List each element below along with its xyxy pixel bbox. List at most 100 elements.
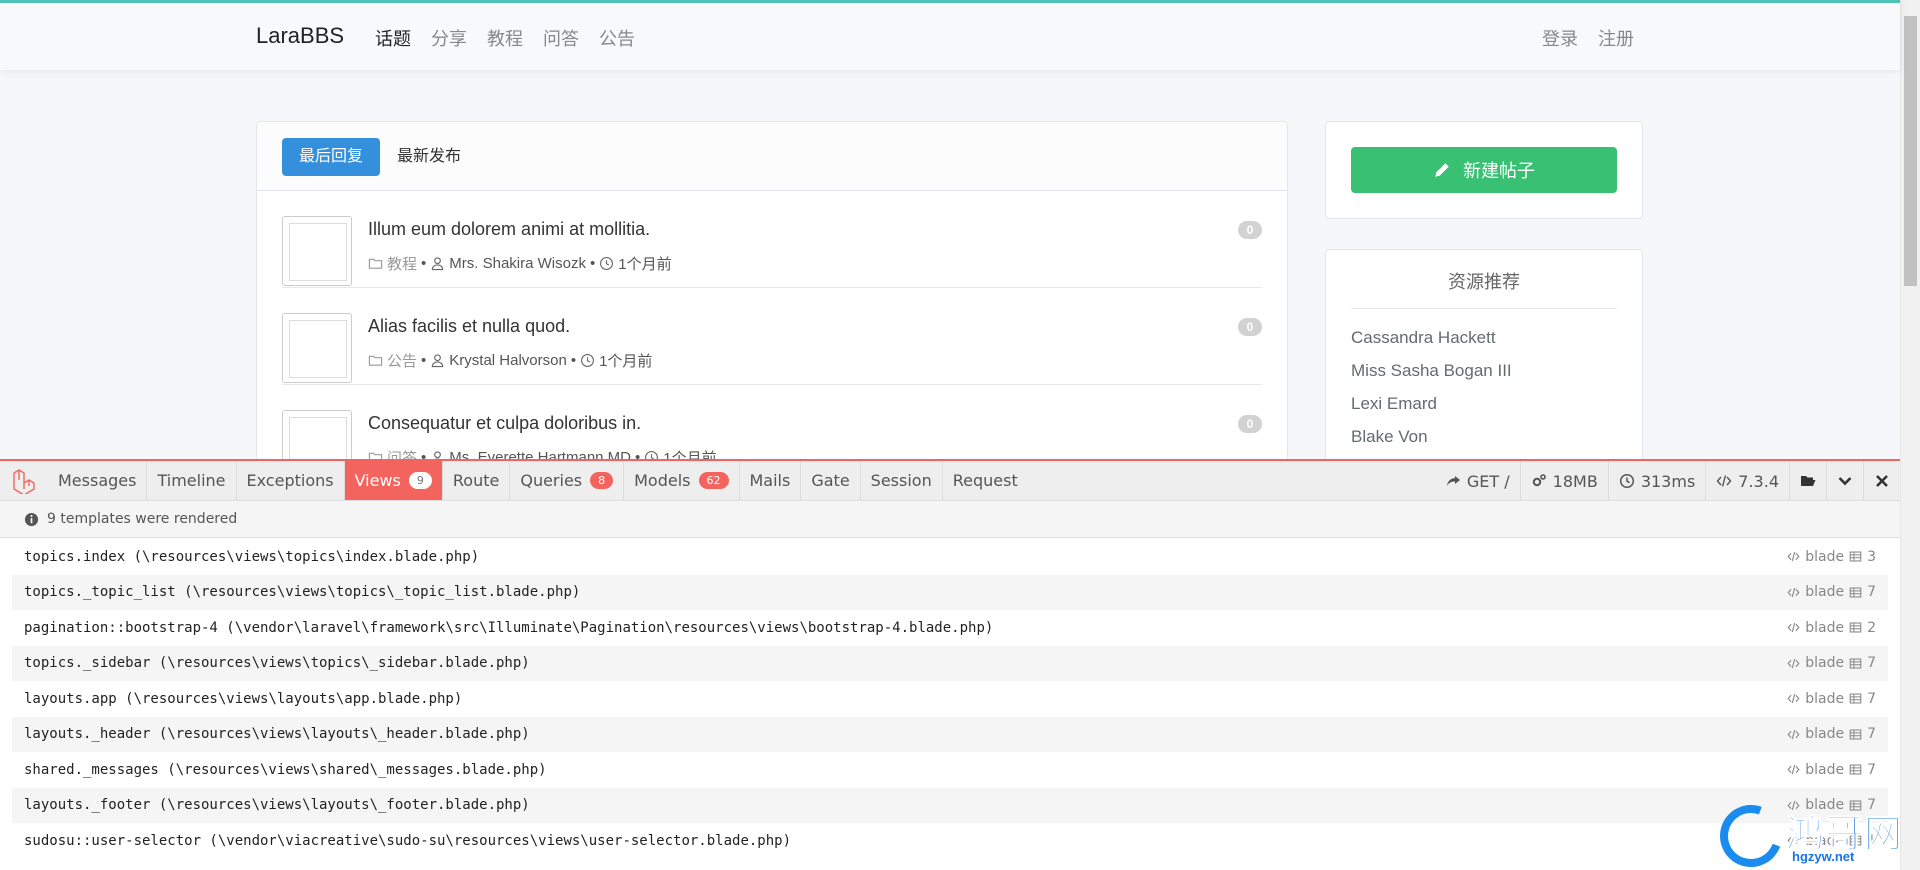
debug-tab-route[interactable]: Route (443, 461, 511, 500)
php-version: 7.3.4 (1705, 461, 1789, 501)
template-type: blade (1805, 655, 1845, 672)
debug-tab-session[interactable]: Session (861, 461, 943, 500)
table-icon (1849, 729, 1862, 740)
tab-label: Gate (811, 471, 850, 490)
reply-count-badge[interactable]: 0 (1238, 221, 1262, 239)
topic-author[interactable]: Mrs. Shakira Wisozk (449, 255, 586, 272)
cogs-icon (1532, 474, 1546, 487)
debug-tab-mails[interactable]: Mails (740, 461, 802, 500)
scrollbar-thumb[interactable] (1904, 16, 1917, 286)
clock-icon (1619, 473, 1634, 489)
tab-label: Route (452, 471, 500, 490)
site-watermark: 鸿哥网 hgzyw.net (1709, 794, 1918, 870)
code-icon (1787, 552, 1800, 562)
template-type: blade (1805, 761, 1845, 778)
minimize-button[interactable] (1826, 461, 1863, 501)
topic-author[interactable]: Krystal Halvorson (449, 352, 567, 369)
filter-latest[interactable]: 最新发布 (380, 138, 478, 176)
template-name: topics.index (\resources\views\topics\in… (24, 548, 480, 565)
resources-list: Cassandra Hackett Miss Sasha Bogan III L… (1351, 328, 1512, 460)
chevron-down-icon (1838, 477, 1852, 486)
resource-link[interactable]: Miss Sasha Bogan III (1351, 361, 1512, 394)
template-row[interactable]: shared._messages (\resources\views\share… (12, 752, 1888, 788)
author-avatar[interactable] (282, 313, 352, 383)
views-status-text: 9 templates were rendered (47, 511, 238, 527)
user-icon (432, 257, 444, 271)
debug-tab-queries[interactable]: Queries 8 (510, 461, 625, 500)
author-avatar[interactable] (282, 216, 352, 286)
nav-link-qa[interactable]: 问答 (543, 25, 579, 51)
resource-link[interactable]: Lexi Emard (1351, 394, 1512, 427)
request-method[interactable]: GET / (1435, 461, 1520, 501)
reply-count-badge[interactable]: 0 (1238, 318, 1262, 336)
resource-link[interactable]: Cassandra Hackett (1351, 328, 1512, 361)
template-type: blade (1805, 726, 1845, 743)
pencil-icon (1435, 163, 1449, 177)
template-row[interactable]: layouts.app (\resources\views\layouts\ap… (12, 681, 1888, 717)
topic-category[interactable]: 教程 (387, 253, 417, 274)
topic-list-card: 最后回复 最新发布 Illum eum dolorem animi at mol… (256, 121, 1288, 481)
tab-label: Session (870, 471, 932, 490)
page-scrollbar[interactable] (1900, 0, 1920, 870)
template-name: topics._topic_list (\resources\views\top… (24, 584, 581, 601)
request-duration: 313ms (1607, 461, 1705, 501)
resource-link[interactable]: Blake Von (1351, 427, 1512, 460)
debug-tab-exceptions[interactable]: Exceptions (237, 461, 345, 500)
templates-list: topics.index (\resources\views\topics\in… (12, 539, 1888, 859)
template-type: blade (1805, 690, 1845, 707)
topic-item: Alias facilis et nulla quod. 公告 • Krysta… (282, 288, 1262, 385)
template-name: pagination::bootstrap-4 (\vendor\laravel… (24, 619, 994, 636)
template-tag: blade 2 (1787, 620, 1876, 636)
login-link[interactable]: 登录 (1542, 25, 1578, 51)
views-status-bar: 9 templates were rendered (0, 501, 1900, 538)
topic-category[interactable]: 公告 (387, 350, 417, 371)
tab-label: Timeline (157, 471, 226, 490)
tab-label: Request (952, 471, 1018, 490)
nav-link-share[interactable]: 分享 (431, 25, 467, 51)
template-row[interactable]: topics._topic_list (\resources\views\top… (12, 574, 1888, 610)
template-name: layouts._footer (\resources\views\layout… (24, 797, 530, 814)
new-topic-button[interactable]: 新建帖子 (1351, 147, 1617, 193)
folder-icon (368, 355, 383, 366)
filter-last-reply[interactable]: 最后回复 (282, 138, 381, 176)
template-row[interactable]: topics._sidebar (\resources\views\topics… (12, 645, 1888, 681)
reply-count-badge[interactable]: 0 (1238, 415, 1262, 433)
tab-count-badge: 8 (590, 472, 614, 489)
code-icon (1787, 587, 1800, 597)
code-icon (1787, 765, 1800, 775)
clock-icon (600, 257, 614, 270)
nav-link-tutorials[interactable]: 教程 (487, 25, 523, 51)
table-icon (1849, 658, 1862, 669)
debug-tab-timeline[interactable]: Timeline (147, 461, 237, 500)
tab-label: Mails (749, 471, 791, 490)
topic-title[interactable]: Illum eum dolorem animi at mollitia. (368, 219, 650, 240)
template-name: sudosu::user-selector (\vendor\viacreati… (24, 832, 792, 849)
close-button[interactable] (1863, 461, 1900, 501)
meta-separator: • (589, 255, 596, 272)
debug-tab-views[interactable]: Views 9 (344, 461, 443, 500)
nav-link-announcements[interactable]: 公告 (599, 25, 635, 51)
brand-logo[interactable]: LaraBBS (256, 23, 344, 49)
debug-tab-messages[interactable]: Messages (48, 461, 148, 500)
template-row[interactable]: pagination::bootstrap-4 (\vendor\laravel… (12, 610, 1888, 646)
laravel-logo-icon[interactable] (0, 461, 48, 500)
topic-title[interactable]: Consequatur et culpa doloribus in. (368, 413, 641, 434)
tab-count-badge: 9 (408, 472, 432, 489)
memory-text: 18MB (1552, 471, 1598, 491)
nav-link-topics[interactable]: 话题 (375, 25, 411, 51)
table-icon (1849, 551, 1862, 562)
template-row[interactable]: layouts._footer (\resources\views\layout… (12, 787, 1888, 823)
table-icon (1849, 587, 1862, 598)
code-icon (1787, 623, 1800, 633)
template-type: blade (1805, 619, 1845, 636)
open-history-button[interactable] (1789, 461, 1826, 501)
debug-tab-gate[interactable]: Gate (801, 461, 861, 500)
template-row[interactable]: layouts._header (\resources\views\layout… (12, 716, 1888, 752)
template-tag: blade 7 (1787, 584, 1876, 600)
debug-tab-models[interactable]: Models 62 (624, 461, 740, 500)
register-link[interactable]: 注册 (1598, 25, 1634, 51)
template-row[interactable]: topics.index (\resources\views\topics\in… (12, 539, 1888, 575)
template-row[interactable]: sudosu::user-selector (\vendor\viacreati… (12, 823, 1888, 859)
debug-tab-request[interactable]: Request (943, 461, 1028, 500)
topic-title[interactable]: Alias facilis et nulla quod. (368, 316, 570, 337)
